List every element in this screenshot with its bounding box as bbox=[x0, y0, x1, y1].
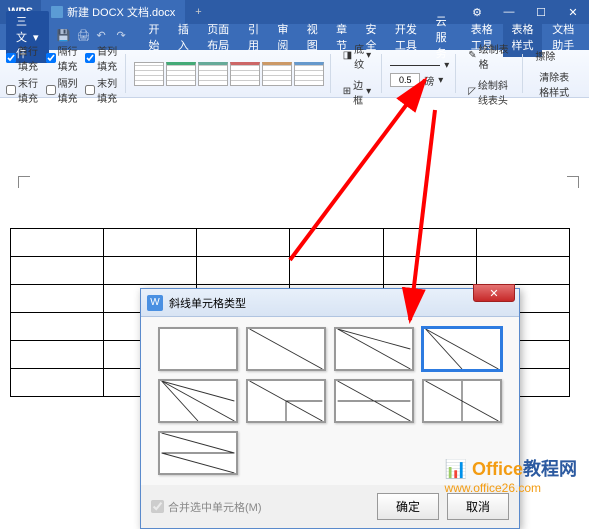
chk-alt-col[interactable]: 隔列填充 bbox=[46, 75, 80, 105]
table-style-2[interactable] bbox=[166, 62, 196, 86]
diag-type-tl-br[interactable] bbox=[246, 327, 326, 371]
menu-dev[interactable]: 开发工具 bbox=[387, 17, 426, 57]
diag-type-split-left[interactable] bbox=[422, 327, 502, 371]
diag-type-three[interactable] bbox=[158, 379, 238, 423]
ribbon-draw: ✎ 绘制表格 ◸ 绘制斜线表头 bbox=[464, 54, 523, 93]
office-icon: 📊 bbox=[445, 459, 467, 479]
clear-style-button[interactable]: 清除表格样式 bbox=[531, 67, 577, 101]
menu-reference[interactable]: 引用 bbox=[240, 17, 267, 57]
table-style-6[interactable] bbox=[294, 62, 324, 86]
table-style-3[interactable] bbox=[198, 62, 228, 86]
menu-layout[interactable]: 页面布局 bbox=[199, 17, 238, 57]
chk-last-row[interactable]: 末行填充 bbox=[6, 75, 40, 105]
menu-review[interactable]: 审阅 bbox=[269, 17, 296, 57]
diag-type-vh[interactable] bbox=[246, 379, 326, 423]
watermark: 📊 Office教程网 www.office26.com bbox=[445, 455, 577, 495]
border-button[interactable]: ⊞ 边框 ▾ bbox=[339, 75, 375, 109]
draw-diagonal-button[interactable]: ◸ 绘制斜线表头 bbox=[464, 75, 516, 109]
chk-last-col[interactable]: 末列填充 bbox=[85, 75, 119, 105]
diag-type-double[interactable] bbox=[158, 431, 238, 475]
chk-first-col[interactable]: 首列填充 bbox=[85, 43, 119, 73]
dialog-title-bar[interactable]: W 斜线单元格类型 ✕ bbox=[141, 289, 519, 317]
dialog-title-text: 斜线单元格类型 bbox=[169, 295, 246, 311]
ribbon-erase: 擦除 清除表格样式 bbox=[531, 54, 583, 93]
chk-first-row[interactable]: 首行填充 bbox=[6, 43, 40, 73]
menu-insert[interactable]: 插入 bbox=[170, 17, 197, 57]
ribbon: 首行填充 隔行填充 首列填充 末行填充 隔列填充 末列填充 ◨ 底纹 ▾ ⊞ 边… bbox=[0, 50, 589, 98]
line-unit: 磅 bbox=[424, 73, 434, 88]
page-corner-right bbox=[567, 176, 579, 188]
ribbon-style-gallery bbox=[134, 54, 331, 93]
redo-icon[interactable]: ↷ bbox=[117, 29, 133, 45]
print-icon[interactable]: 🖨 bbox=[77, 29, 93, 45]
brand-url: www.office26.com bbox=[445, 481, 577, 495]
line-width-input[interactable] bbox=[390, 73, 420, 87]
ribbon-fill-options: 首行填充 隔行填充 首列填充 末行填充 隔列填充 末列填充 bbox=[6, 54, 126, 93]
undo-icon[interactable]: ↶ bbox=[97, 29, 113, 45]
eraser-button[interactable]: 擦除 bbox=[531, 46, 577, 65]
page-corner-left bbox=[18, 176, 30, 188]
draw-table-button[interactable]: ✎ 绘制表格 bbox=[464, 39, 516, 73]
menu-start[interactable]: 开始 bbox=[141, 17, 168, 57]
dialog-close-button[interactable]: ✕ bbox=[473, 284, 515, 302]
table-style-4[interactable] bbox=[230, 62, 260, 86]
table-style-1[interactable] bbox=[134, 62, 164, 86]
save-icon[interactable]: 💾 bbox=[57, 29, 73, 45]
docx-icon bbox=[51, 6, 63, 18]
menu-view[interactable]: 视图 bbox=[299, 17, 326, 57]
chk-alt-row[interactable]: 隔行填充 bbox=[46, 43, 80, 73]
brand-office: Office bbox=[472, 459, 523, 479]
table-style-5[interactable] bbox=[262, 62, 292, 86]
diag-type-vsplit[interactable] bbox=[422, 379, 502, 423]
diag-type-hsplit[interactable] bbox=[334, 379, 414, 423]
ribbon-shading-border: ◨ 底纹 ▾ ⊞ 边框 ▾ bbox=[339, 54, 382, 93]
shading-button[interactable]: ◨ 底纹 ▾ bbox=[339, 39, 375, 73]
ribbon-line-style: ▾ 磅 ▾ bbox=[390, 54, 456, 93]
wps-icon: W bbox=[147, 295, 163, 311]
brand-cn: 教程网 bbox=[523, 459, 577, 479]
diag-type-split-top[interactable] bbox=[334, 327, 414, 371]
diag-type-none[interactable] bbox=[158, 327, 238, 371]
